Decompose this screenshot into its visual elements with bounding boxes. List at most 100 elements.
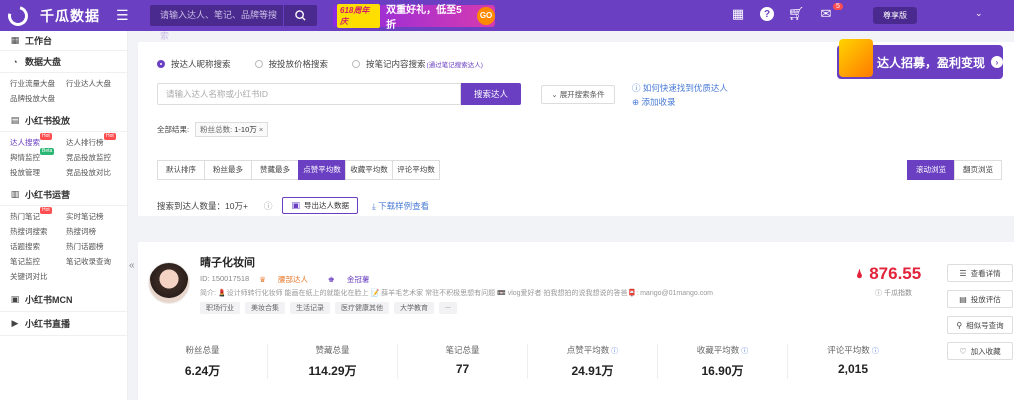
sidebar-item-label: 达人排行榜: [66, 138, 104, 147]
sidebar-section-mcn[interactable]: ▣ 小红书MCN: [0, 288, 127, 312]
sort-avg-comments[interactable]: 评论平均数: [392, 160, 440, 180]
sort-avg-likes[interactable]: 点赞平均数: [298, 160, 346, 180]
download-label: 下载样例查看: [378, 200, 430, 211]
search-mode-price[interactable]: 按投放价格搜索: [254, 58, 328, 70]
arrow-right-icon: ›: [991, 56, 1003, 68]
sidebar-item-brand-placement[interactable]: 品牌投放大盘: [10, 91, 66, 106]
view-scroll[interactable]: 滚动浏览: [907, 160, 955, 180]
sidebar-item-sentiment[interactable]: 舆情监控 Beta: [10, 148, 66, 165]
cart-icon[interactable]: 🛒︎: [788, 6, 805, 22]
stat-label: 点赞平均数: [566, 345, 610, 355]
view-paged[interactable]: 翻页浏览: [954, 160, 1002, 180]
stat-label: 评论平均数: [827, 345, 870, 355]
global-search-input[interactable]: 请输入达人、笔记、品牌等搜索: [150, 5, 283, 41]
search-kol-button[interactable]: 搜索达人: [461, 83, 521, 105]
sidebar-section-live[interactable]: ▶ 小红书直播: [0, 312, 127, 336]
kol-tag: 职场行业: [200, 302, 240, 314]
app-logo[interactable]: 千瓜数据: [4, 1, 112, 30]
user-menu-chevron-icon[interactable]: ⌄: [975, 8, 983, 19]
help-icon[interactable]: ?: [760, 7, 774, 21]
sidebar-item-note-monitor[interactable]: 笔记监控: [10, 254, 66, 269]
beta-badge: Beta: [40, 148, 55, 155]
search-mode-note: (通过笔记搜索达人): [426, 62, 483, 69]
sidebar-item-keyword-compare[interactable]: 关键词对比: [10, 269, 66, 284]
search-mode-nickname[interactable]: 按达人昵称搜索: [157, 58, 231, 70]
stat-label: 收藏平均数: [696, 345, 740, 355]
close-icon[interactable]: ×: [259, 125, 263, 134]
sidebar-item-realtime-notes[interactable]: 实时笔记榜: [66, 209, 122, 224]
vip-badge[interactable]: 尊享版: [873, 7, 917, 24]
promo-tag: 618周年庆: [337, 3, 381, 28]
pie-chart-icon: ◔: [12, 56, 18, 67]
stat-label-group: 点赞平均数 ⓘ: [528, 344, 657, 358]
crown-icon: ♚: [328, 275, 337, 284]
add-favorite-button[interactable]: ♡ 加入收藏: [947, 342, 1013, 360]
stat-label: 笔记总量: [445, 345, 480, 355]
stat-value: 77: [455, 362, 470, 376]
sidebar-item-competitor-compare[interactable]: 竞品投放对比: [66, 165, 122, 180]
apps-grid-icon[interactable]: ▦: [730, 6, 746, 22]
search-mode-content[interactable]: 按笔记内容搜索 (通过笔记搜索达人): [352, 58, 483, 70]
kol-meta: ID: 150017518 ♛ 腰部达人 ♚ 金冠薯: [200, 274, 389, 285]
stat-value: 114.29万: [308, 364, 357, 378]
sidebar-item-hot-search[interactable]: 热搜词搜索: [10, 224, 66, 239]
mcn-icon: ▣: [10, 294, 20, 304]
filter-chip-followers[interactable]: 粉丝总数: 1-10万 ×: [195, 122, 269, 137]
sidebar-item-industry-traffic[interactable]: 行业流量大盘: [10, 76, 66, 91]
similar-accounts-button[interactable]: ⚲ 相似号查询: [947, 316, 1013, 334]
search-mode-label: 按达人昵称搜索: [171, 59, 231, 69]
sidebar-item-placement-manage[interactable]: 投放管理: [10, 165, 66, 180]
notification-count-badge: 5: [833, 3, 843, 10]
calendar-icon: ▤: [10, 115, 20, 125]
kol-crown: ♚ 金冠薯: [328, 274, 379, 285]
promo-banner[interactable]: 618周年庆 双重好礼，低至5折 GO: [333, 3, 495, 31]
export-data-button[interactable]: ▣ 导出达人数据: [282, 197, 358, 214]
heart-icon: ♡: [959, 346, 967, 356]
kol-id: ID: 150017518: [200, 274, 250, 283]
stat-label: 赞藏总量: [315, 345, 350, 355]
sidebar-section-placement[interactable]: ▤ 小红书投放: [0, 110, 127, 132]
kol-name[interactable]: 晴子化妆间: [200, 254, 255, 270]
mail-icon[interactable]: ✉: [818, 6, 834, 22]
sidebar-item-topic-search[interactable]: 话题搜索: [10, 239, 66, 254]
sidebar-item-hot-search-rank[interactable]: 热搜词榜: [66, 224, 122, 239]
promo-go-button[interactable]: GO: [477, 6, 495, 25]
placement-eval-button[interactable]: ▤ 投放评估: [947, 290, 1013, 308]
sort-avg-collects[interactable]: 收藏平均数: [345, 160, 393, 180]
list-icon: ☰: [959, 268, 967, 278]
kol-tag-more[interactable]: ...: [439, 302, 457, 314]
sidebar-item-note-index[interactable]: 笔记收录查询: [66, 254, 122, 269]
kol-search-input[interactable]: 请输入达人名称或小红书ID: [157, 83, 461, 105]
collapse-sidebar-icon[interactable]: «: [129, 260, 135, 271]
download-sample-link[interactable]: ⤓ 下载样例查看: [372, 200, 429, 212]
search-icon: ⚲: [956, 320, 963, 330]
sidebar-section-operations[interactable]: ▥ 小红书运营: [0, 184, 127, 206]
sidebar-section-dashboard[interactable]: ◔ 数据大盘: [0, 51, 127, 73]
sidebar-item-competitor-monitor[interactable]: 竞品投放监控: [66, 150, 122, 165]
radio-icon: [254, 60, 263, 68]
add-favorite-link[interactable]: ⊕ 添加收录: [632, 95, 728, 109]
kol-tag: 医疗健康其他: [335, 302, 389, 314]
sidebar-item-kol-search[interactable]: 达人搜索 Hot: [10, 133, 66, 150]
view-details-button[interactable]: ☰ 查看详情: [947, 264, 1013, 282]
sort-default[interactable]: 默认排序: [157, 160, 205, 180]
sort-likes-collects[interactable]: 赞藏最多: [251, 160, 299, 180]
kol-bio: 简介: 💄设计师转行化妆师 能画在纸上的就能化在脸上 📝 薛羊毛艺术家 常驻不积…: [200, 290, 713, 297]
add-favorite-label: 添加收录: [641, 97, 676, 107]
kol-tags: 职场行业 美妆合集 生活记录 医疗健康其他 大学教育 ...: [200, 302, 462, 314]
sort-followers[interactable]: 粉丝最多: [204, 160, 252, 180]
sidebar-item-hot-topics[interactable]: 热门话题榜: [66, 239, 122, 254]
expand-filters-button[interactable]: ⌄ 展开搜索条件: [541, 85, 615, 104]
sidebar-item-label: 热门笔记: [10, 212, 40, 221]
global-search-button[interactable]: [283, 5, 317, 26]
radio-selected-icon: [157, 60, 165, 68]
sidebar-item-workbench[interactable]: ▦ 工作台: [0, 31, 127, 51]
help-link[interactable]: ⓘ 如何快速找到优质达人: [632, 81, 728, 95]
avatar[interactable]: [148, 262, 190, 304]
sidebar-item-kol-ranking[interactable]: 达人排行榜 Hot: [66, 133, 122, 150]
stat-avg-collects: 收藏平均数 ⓘ 16.90万: [658, 344, 788, 379]
sidebar-item-industry-kol[interactable]: 行业达人大盘: [66, 76, 122, 91]
menu-toggle-icon[interactable]: ☰: [116, 7, 138, 24]
recruit-banner[interactable]: 达人招募，盈利变现 ›: [837, 39, 1003, 79]
sidebar-item-hot-notes[interactable]: 热门笔记 Hot: [10, 207, 66, 224]
